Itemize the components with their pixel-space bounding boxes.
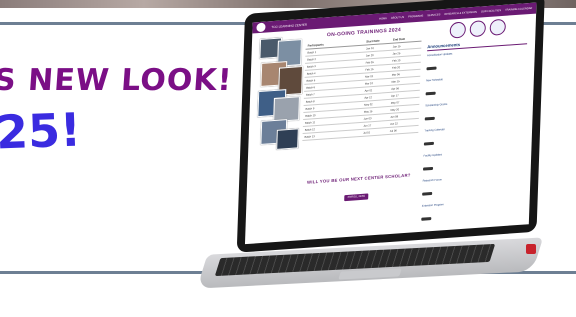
read-more-button[interactable] bbox=[421, 217, 432, 221]
badge-seal-icon bbox=[449, 21, 467, 39]
table-cell: Mar 06 bbox=[391, 72, 400, 77]
laptop-screen: TCG LEARNING CENTER HOME ABOUT US PROGRA… bbox=[244, 2, 537, 245]
table-cell: Jun 08 bbox=[390, 114, 399, 119]
announcement-item[interactable]: Research Forum bbox=[422, 173, 523, 201]
table-cell: Jun 22 bbox=[390, 121, 398, 126]
table-cell: Jun 03 bbox=[363, 116, 372, 121]
photo bbox=[276, 128, 299, 150]
read-more-button[interactable] bbox=[426, 66, 437, 71]
table-cell: Jan 10 bbox=[366, 46, 374, 51]
table-cell: Apr 01 bbox=[364, 88, 373, 93]
table-cell: Jan 20 bbox=[365, 53, 374, 58]
table-cell: Batch 13 bbox=[304, 134, 315, 139]
table-cell: May 07 bbox=[390, 100, 400, 105]
table-cell: Apr 06 bbox=[391, 86, 399, 91]
table-cell: Mar 10 bbox=[364, 81, 374, 86]
read-more-button[interactable] bbox=[422, 166, 434, 171]
table-cell: Apr 17 bbox=[390, 93, 399, 98]
site-logo[interactable] bbox=[256, 22, 266, 33]
table-cell: Jan 25 bbox=[392, 51, 401, 56]
accreditation-badges bbox=[428, 17, 528, 40]
announcement-item[interactable]: Accreditation Updates bbox=[426, 47, 527, 75]
announcement-item[interactable]: Facility Updates bbox=[422, 148, 524, 176]
laptop-bezel: TCG LEARNING CENTER HOME ABOUT US PROGRA… bbox=[236, 0, 545, 253]
nav-item-home[interactable]: HOME bbox=[379, 17, 387, 21]
trainings-section: ON-GOING TRAININGS 2024 Participants Sta… bbox=[302, 26, 422, 142]
nav-item-about[interactable]: ABOUT US bbox=[391, 16, 404, 20]
announcement-item[interactable]: Scholarship Grants bbox=[424, 97, 526, 125]
enroll-button[interactable]: ENROLL NOW bbox=[344, 193, 369, 202]
announcement-item[interactable]: Extension Program bbox=[421, 198, 522, 226]
table-cell: May 20 bbox=[390, 107, 400, 112]
read-more-button[interactable] bbox=[422, 191, 433, 196]
photo-collage bbox=[256, 36, 304, 154]
table-cell: Feb 15 bbox=[365, 67, 374, 72]
site-name: TCG LEARNING CENTER bbox=[271, 22, 308, 29]
nav-item-research[interactable]: RESEARCH & EXTENSION bbox=[444, 11, 477, 16]
table-cell: Mar 01 bbox=[365, 74, 374, 79]
column-header: End Date bbox=[392, 36, 406, 42]
read-more-button[interactable] bbox=[425, 91, 436, 96]
table-cell: Jan 15 bbox=[392, 44, 401, 49]
headline-line-2: 25! bbox=[0, 102, 82, 160]
read-more-button[interactable] bbox=[423, 141, 434, 146]
table-cell: May 15 bbox=[363, 109, 373, 114]
badge-seal-icon bbox=[489, 18, 507, 36]
nav-item-calendar[interactable]: TRAINING CALENDAR bbox=[505, 7, 532, 12]
nav-item-services[interactable]: SERVICES bbox=[427, 13, 440, 17]
table-cell: May 02 bbox=[364, 102, 373, 107]
cta-title: WILL YOU BE OUR NEXT CENTER SCHOLAR? bbox=[306, 172, 411, 185]
table-cell: Feb 05 bbox=[365, 60, 374, 65]
screen-body: ON-GOING TRAININGS 2024 Participants Sta… bbox=[245, 14, 536, 245]
read-more-button[interactable] bbox=[424, 116, 435, 121]
corner-tab[interactable] bbox=[526, 244, 536, 254]
table-cell: Apr 12 bbox=[364, 95, 373, 100]
table-cell: Jul 01 bbox=[363, 130, 371, 135]
announcement-item[interactable]: New Schedule bbox=[425, 72, 526, 100]
nav-item-facilities[interactable]: OUR FACILITIES bbox=[481, 9, 501, 13]
announcements-sidebar: Announcements Accreditation Updates New S… bbox=[421, 17, 528, 230]
table-cell: Feb 10 bbox=[392, 58, 401, 63]
table-cell: Jul 06 bbox=[389, 128, 397, 133]
table-cell: Mar 15 bbox=[391, 79, 400, 84]
table-cell: Jun 17 bbox=[363, 123, 372, 128]
announcement-item[interactable]: Training Calendar bbox=[423, 122, 525, 150]
badge-seal-icon bbox=[469, 20, 487, 38]
nav-item-programs[interactable]: PROGRAMS bbox=[408, 14, 423, 18]
column-header: Start Date bbox=[366, 38, 380, 44]
headline-line-1: S NEW LOOK! bbox=[0, 63, 234, 98]
table-cell: Feb 20 bbox=[391, 65, 401, 70]
